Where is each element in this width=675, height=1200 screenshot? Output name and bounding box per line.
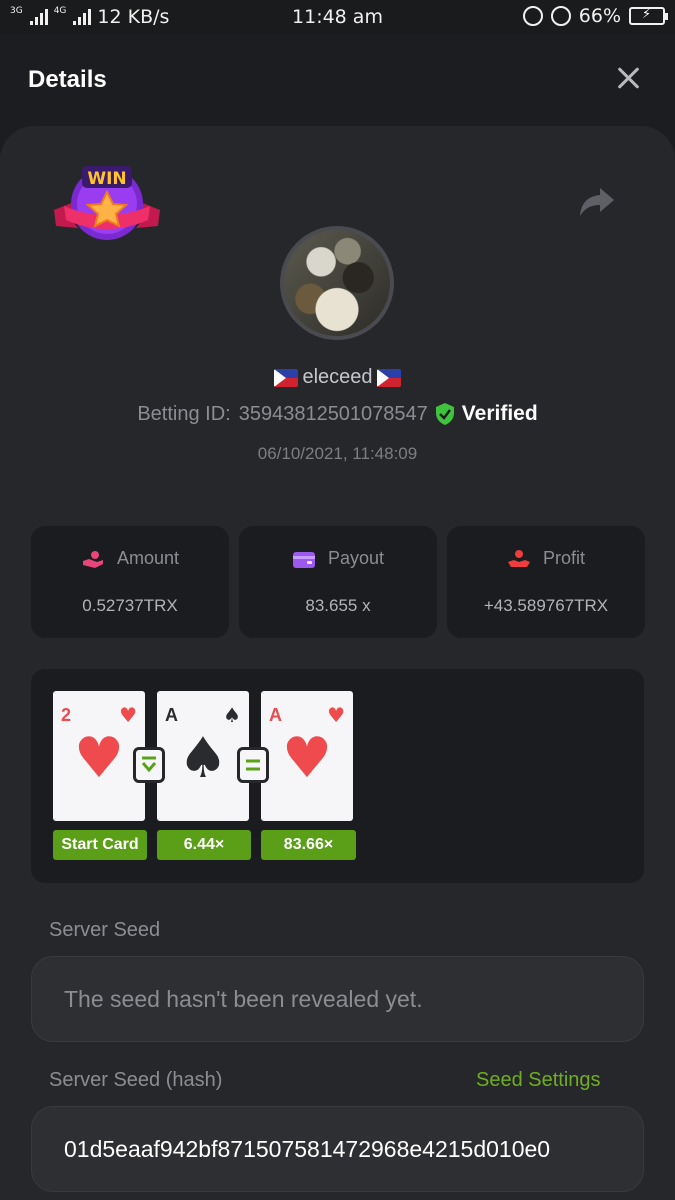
battery-percent: 66% xyxy=(578,5,621,27)
hand-coin-icon xyxy=(82,550,103,568)
alarm-icon xyxy=(550,6,571,26)
amount-stat-card: Amount 0.52737TRX xyxy=(31,526,229,638)
rotation-lock-icon xyxy=(522,6,543,26)
heart-icon: ♥ xyxy=(119,703,137,727)
philippines-flag-icon-2 xyxy=(376,368,401,387)
spade-icon: ♠ xyxy=(177,726,229,791)
card-rank: A xyxy=(165,705,178,725)
battery-icon: ⚡ xyxy=(629,7,668,25)
details-sheet: WIN eleceed Betting ID: 3594381250107854… xyxy=(0,126,675,1200)
card-2: A ♠ ♠ xyxy=(157,691,249,821)
equal-icon xyxy=(237,747,269,783)
profit-label: Profit xyxy=(542,548,585,568)
betting-id-label: Betting ID: xyxy=(137,402,231,425)
username-row: eleceed xyxy=(0,366,675,389)
close-button[interactable] xyxy=(615,64,643,92)
profit-value: +43.589767TRX xyxy=(483,596,609,615)
betting-id-row: Betting ID: 35943812501078547 Verified xyxy=(0,402,675,426)
card-3: A ♥ ♥ xyxy=(261,691,353,821)
amount-label: Amount xyxy=(116,548,180,568)
details-header: Details xyxy=(0,34,675,126)
profit-stat-card: Profit +43.589767TRX xyxy=(447,526,645,638)
card-rank: A xyxy=(269,705,282,725)
card-start: 2 ♥ ♥ xyxy=(53,691,145,821)
seed-settings-link[interactable]: Seed Settings xyxy=(476,1069,601,1092)
payout-label: Payout xyxy=(327,548,385,568)
verified-label: Verified xyxy=(461,402,538,425)
avatar xyxy=(280,226,394,340)
cards-history-panel: 2 ♥ ♥ A ♠ ♠ A ♥ ♥ Start Card 6.44× 83.66… xyxy=(31,669,644,883)
heart-icon: ♥ xyxy=(73,726,125,791)
payout-value: 83.655 x xyxy=(305,596,371,615)
win-badge-text: WIN xyxy=(87,169,126,189)
card-multiplier: 83.66× xyxy=(261,830,356,860)
philippines-flag-icon xyxy=(274,368,299,387)
bet-datetime: 06/10/2021, 11:48:09 xyxy=(257,444,418,463)
hand-profit-icon xyxy=(507,549,530,567)
heart-icon: ♥ xyxy=(327,703,345,727)
card-multiplier: 6.44× xyxy=(157,830,251,860)
card-rank: 2 xyxy=(61,705,72,725)
server-seed-hash-field[interactable]: 01d5eaaf942bf871507581472968e4215d010e0 xyxy=(31,1106,644,1192)
server-seed-label: Server Seed xyxy=(49,919,161,941)
spade-icon: ♠ xyxy=(223,703,241,727)
lower-equal-icon xyxy=(133,747,165,783)
verified-shield-icon xyxy=(435,403,454,425)
system-icons: 66% ⚡ xyxy=(522,5,668,27)
amount-value: 0.52737TRX xyxy=(82,596,178,615)
server-seed-field[interactable]: The seed hasn't been revealed yet. xyxy=(31,956,644,1042)
heart-icon: ♥ xyxy=(281,726,333,791)
username: eleceed xyxy=(302,366,373,388)
payout-stat-card: Payout 83.655 x xyxy=(239,526,437,638)
server-seed-hash-label: Server Seed (hash) xyxy=(49,1069,223,1091)
share-icon[interactable] xyxy=(578,188,614,218)
wallet-icon xyxy=(292,551,315,568)
start-card-label: Start Card xyxy=(53,830,147,860)
status-bar: 3G 4G 12 KB/s 11:48 am 66% ⚡ xyxy=(0,0,675,34)
betting-id-value: 35943812501078547 xyxy=(238,402,428,425)
win-badge-icon: WIN xyxy=(54,166,160,240)
page-title: Details xyxy=(28,66,107,93)
